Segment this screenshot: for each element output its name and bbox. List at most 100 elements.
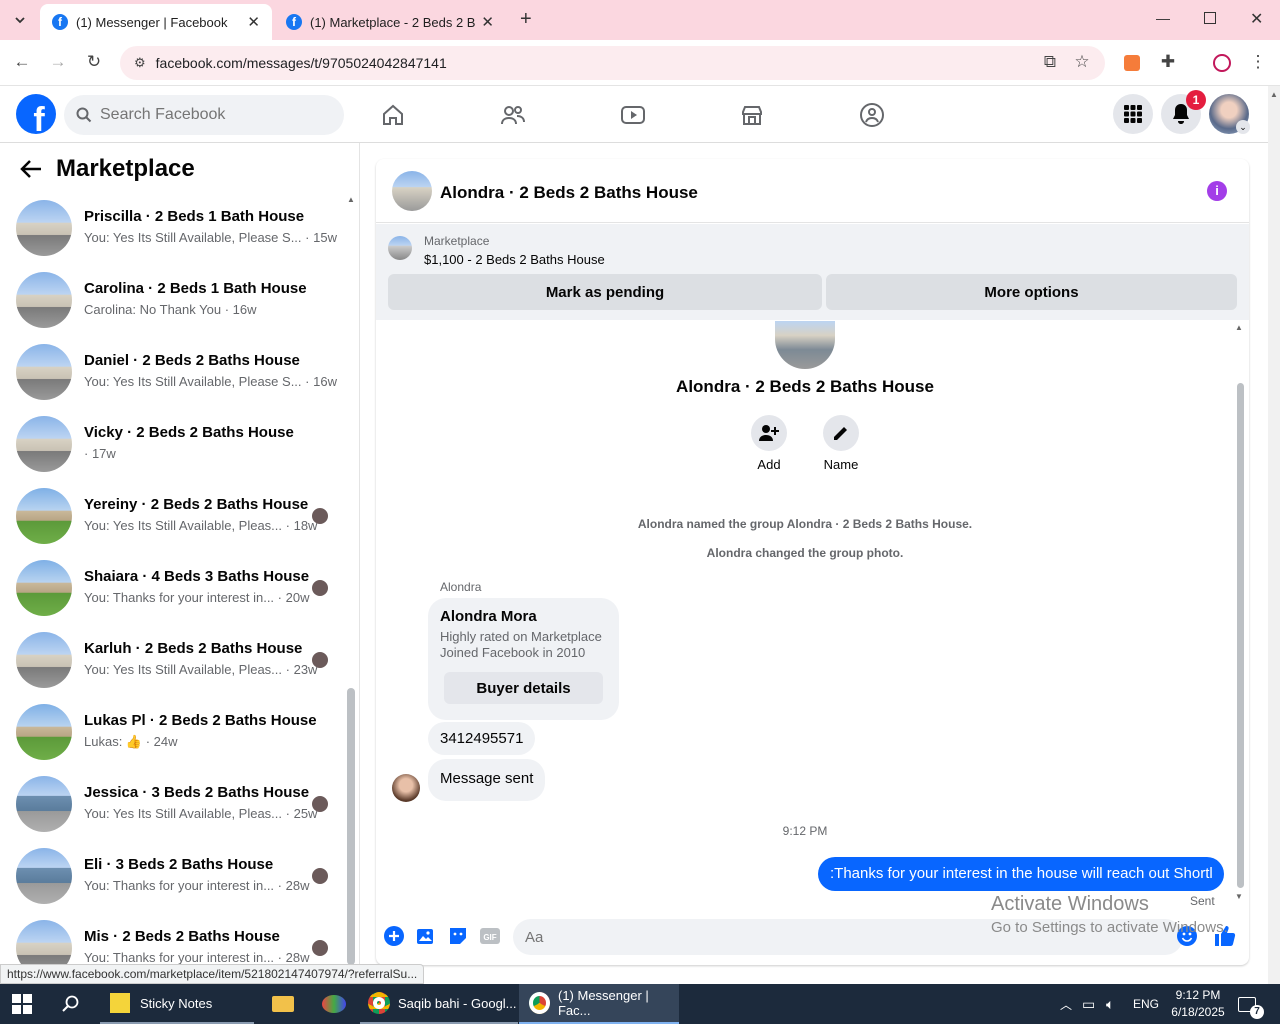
- conversation-preview: Lukas: 👍 · 24w: [84, 734, 178, 750]
- add-people-button[interactable]: [751, 415, 787, 451]
- conversation-item[interactable]: Daniel · 2 Beds 2 Baths House You: Yes It…: [16, 344, 337, 416]
- sticker-button[interactable]: [447, 925, 469, 947]
- status-bar-url: https://www.facebook.com/marketplace/ite…: [0, 964, 425, 984]
- facebook-logo-icon[interactable]: f: [16, 94, 56, 134]
- search-input[interactable]: [100, 106, 320, 124]
- listing-thumbnail: [16, 200, 72, 256]
- sticky-notes-icon: [110, 993, 130, 1013]
- listing-thumbnail[interactable]: [388, 236, 412, 260]
- tab-messenger[interactable]: f (1) Messenger | Facebook ✕: [40, 4, 272, 40]
- conversation-item[interactable]: Karluh · 2 Beds 2 Baths House You: Yes It…: [16, 632, 336, 704]
- name-group-button[interactable]: [823, 415, 859, 451]
- scrollbar-thumb[interactable]: [347, 688, 355, 965]
- sender-avatar[interactable]: [392, 774, 420, 802]
- reload-icon[interactable]: ↻: [82, 52, 106, 72]
- friends-icon[interactable]: [493, 98, 533, 132]
- scroll-down-arrow[interactable]: ▼: [1235, 892, 1243, 901]
- preview-time: 15w: [313, 230, 337, 245]
- extensions-puzzle-icon[interactable]: ✚: [1156, 52, 1180, 72]
- conversation-item[interactable]: Priscilla · 2 Beds 1 Bath House You: Yes …: [16, 200, 337, 272]
- account-chevron-icon[interactable]: ⌄: [1236, 120, 1250, 134]
- language-indicator[interactable]: ENG: [1133, 984, 1159, 1024]
- buyer-details-button[interactable]: Buyer details: [444, 672, 603, 704]
- chat-avatar[interactable]: [392, 171, 432, 211]
- conversation-item[interactable]: Eli · 3 Beds 2 Baths House You: Thanks fo…: [16, 848, 336, 920]
- menu-icon[interactable]: ⋮: [1246, 52, 1270, 72]
- facebook-header: f 1 ⌄: [0, 86, 1268, 143]
- info-icon[interactable]: i: [1207, 181, 1227, 201]
- show-hidden-icons[interactable]: ︿: [1060, 984, 1072, 1024]
- conversation-item[interactable]: Jessica · 3 Beds 2 Baths House You: Yes I…: [16, 776, 336, 848]
- close-icon[interactable]: ✕: [481, 13, 494, 31]
- site-settings-icon[interactable]: ⚙: [134, 55, 146, 71]
- tab-marketplace[interactable]: f (1) Marketplace - 2 Beds 2 Baths ✕: [274, 4, 506, 40]
- activate-windows-title: Activate Windows: [991, 893, 1149, 915]
- scroll-up-arrow[interactable]: ▲: [1268, 90, 1280, 99]
- conversation-item[interactable]: Mis · 2 Beds 2 Baths House You: Thanks fo…: [16, 920, 336, 965]
- forward-icon[interactable]: →: [46, 52, 70, 72]
- search-box[interactable]: [64, 95, 344, 135]
- conversation-item[interactable]: Shaiara · 4 Beds 3 Baths House You: Thank…: [16, 560, 336, 632]
- marketplace-icon[interactable]: [732, 98, 772, 132]
- mark-as-pending-button[interactable]: Mark as pending: [388, 274, 822, 310]
- taskbar-label: Sticky Notes: [140, 995, 213, 1011]
- page-scrollbar[interactable]: ▲: [1268, 86, 1280, 984]
- windows-start-icon[interactable]: [12, 984, 32, 1024]
- taskbar-sticky-notes[interactable]: Sticky Notes: [100, 984, 254, 1024]
- gif-button[interactable]: GIF: [479, 925, 501, 947]
- minimize-button[interactable]: —: [1156, 10, 1170, 26]
- back-arrow-icon[interactable]: [20, 159, 42, 184]
- windows-taskbar: Sticky Notes Saqib bahi - Googl... (1) M…: [0, 984, 1280, 1024]
- install-app-icon[interactable]: ⧉: [1038, 52, 1062, 72]
- tab-search-button[interactable]: [8, 8, 32, 32]
- conversation-item[interactable]: Lukas Pl · 2 Beds 2 Baths House Lukas: 👍 …: [16, 704, 336, 776]
- conversation-item[interactable]: Vicky · 2 Beds 2 Baths House · 17w: [16, 416, 336, 488]
- tab-title: (1) Messenger | Facebook: [76, 14, 228, 30]
- more-options-button[interactable]: More options: [826, 274, 1237, 310]
- conversation-item[interactable]: Yereiny · 2 Beds 2 Baths House You: Yes I…: [16, 488, 336, 560]
- extension-icon[interactable]: [1124, 55, 1140, 71]
- incoming-message[interactable]: Message sent: [428, 759, 546, 801]
- listing-title[interactable]: $1,100 - 2 Beds 2 Baths House: [424, 252, 605, 267]
- listing-thumbnail: [16, 776, 72, 832]
- scroll-up-arrow[interactable]: ▲: [347, 195, 355, 204]
- outgoing-message[interactable]: :Thanks for your interest in the house w…: [818, 857, 1224, 891]
- scroll-up-arrow[interactable]: ▲: [1235, 323, 1243, 332]
- conversation-name: Vicky · 2 Beds 2 Baths House: [84, 424, 294, 441]
- conversation-preview: You: Yes Its Still Available, Please S..…: [84, 230, 337, 245]
- window-close-button[interactable]: ✕: [1250, 9, 1263, 29]
- file-explorer-icon[interactable]: [272, 984, 294, 1024]
- more-actions-button[interactable]: [383, 925, 405, 947]
- taskbar-chrome-messenger[interactable]: (1) Messenger | Fac...: [519, 984, 679, 1024]
- preview-separator: ·: [274, 878, 286, 893]
- search-icon[interactable]: [62, 984, 80, 1024]
- preview-separator: ·: [301, 374, 314, 389]
- taskbar-chrome-saqib[interactable]: Saqib bahi - Googl...: [360, 984, 518, 1024]
- taskbar-clock[interactable]: 9:12 PM 6/18/2025: [1166, 987, 1230, 1021]
- back-icon[interactable]: ←: [10, 52, 34, 72]
- paint-app-icon[interactable]: [322, 984, 346, 1024]
- preview-time: 20w: [285, 590, 310, 605]
- participant-mini-avatar: [312, 652, 328, 668]
- network-icon[interactable]: ▭: [1082, 984, 1095, 1024]
- menu-grid-button[interactable]: [1113, 94, 1153, 134]
- sender-name: Alondra: [440, 580, 482, 594]
- group-photo[interactable]: [775, 321, 835, 369]
- close-icon[interactable]: ✕: [247, 13, 260, 31]
- conversation-item[interactable]: Carolina · 2 Beds 1 Bath House Carolina: …: [16, 272, 336, 344]
- video-icon[interactable]: [613, 98, 653, 132]
- restore-button[interactable]: [1204, 12, 1216, 24]
- attach-photo-button[interactable]: [415, 925, 437, 947]
- incoming-message[interactable]: 3412495571: [428, 722, 536, 755]
- preview-time: 28w: [285, 950, 310, 965]
- home-icon[interactable]: [373, 98, 413, 132]
- conversation-name: Jessica · 3 Beds 2 Baths House: [84, 784, 310, 801]
- profile-icon[interactable]: [1213, 54, 1231, 72]
- bookmark-star-icon[interactable]: ☆: [1070, 52, 1094, 72]
- volume-icon[interactable]: 🔈︎: [1106, 984, 1114, 1024]
- new-tab-button[interactable]: +: [520, 8, 532, 31]
- chat-title[interactable]: Alondra · 2 Beds 2 Baths House: [440, 183, 698, 203]
- address-bar[interactable]: ⚙ facebook.com/messages/t/97050240428471…: [120, 46, 1105, 80]
- groups-icon[interactable]: [852, 98, 892, 132]
- chat-scrollbar-thumb[interactable]: [1237, 383, 1244, 888]
